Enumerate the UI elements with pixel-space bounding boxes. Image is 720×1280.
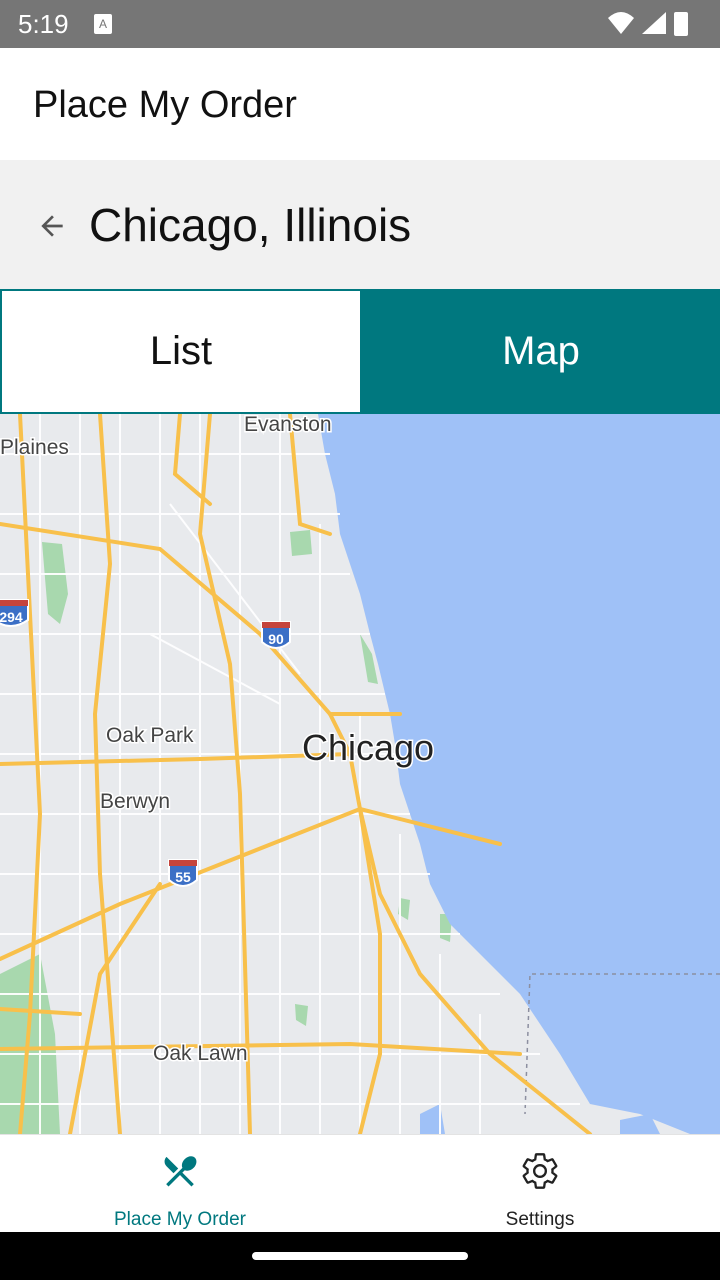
- label-berwyn: Berwyn: [100, 790, 170, 813]
- i55-shield: 55: [168, 859, 198, 887]
- system-gesture-bar: [0, 1232, 720, 1280]
- svg-text:90: 90: [268, 631, 284, 647]
- status-time: 5:19: [18, 9, 69, 39]
- status-icons: [608, 12, 688, 36]
- label-evanston: Evanston: [244, 414, 332, 436]
- nav-place-my-order[interactable]: Place My Order: [0, 1135, 360, 1233]
- arrow-back-icon: [41, 215, 63, 237]
- view-tabs: List Map: [0, 289, 720, 414]
- svg-text:A: A: [99, 17, 107, 31]
- app-bar: Place My Order: [0, 48, 720, 160]
- bottom-nav: Place My Order Settings: [0, 1134, 720, 1233]
- signal-icon: [642, 12, 666, 34]
- label-oak-park: Oak Park: [106, 724, 194, 747]
- nav-label-settings: Settings: [505, 1209, 575, 1230]
- city-title: Chicago, Illinois: [89, 199, 412, 251]
- nav-label-place-my-order: Place My Order: [114, 1209, 246, 1230]
- gear-icon: [522, 1153, 558, 1189]
- svg-text:294: 294: [0, 609, 23, 625]
- label-chicago: Chicago: [302, 727, 434, 768]
- home-handle[interactable]: [252, 1252, 468, 1260]
- status-bar: 5:19 A: [0, 0, 720, 48]
- fork-knife-icon: [164, 1156, 197, 1187]
- app-title: Place My Order: [33, 84, 297, 126]
- tab-list[interactable]: List: [0, 289, 362, 414]
- label-des-plaines: Plaines: [0, 436, 69, 459]
- back-button[interactable]: [32, 206, 72, 246]
- nav-settings[interactable]: Settings: [360, 1135, 720, 1233]
- battery-icon: [674, 12, 688, 36]
- svg-text:55: 55: [175, 869, 191, 885]
- location-header: Chicago, Illinois: [0, 160, 720, 289]
- map-canvas: 90 294 55 Evanston Plaines Oak Park Chic…: [0, 414, 720, 1134]
- wifi-icon: [608, 12, 634, 34]
- i90-shield: 90: [261, 621, 291, 649]
- notification-icon: A: [94, 14, 112, 34]
- tab-map[interactable]: Map: [362, 289, 720, 414]
- map-view[interactable]: 90 294 55 Evanston Plaines Oak Park Chic…: [0, 414, 720, 1134]
- i294-shield: 294: [0, 599, 29, 627]
- label-oak-lawn: Oak Lawn: [153, 1042, 248, 1065]
